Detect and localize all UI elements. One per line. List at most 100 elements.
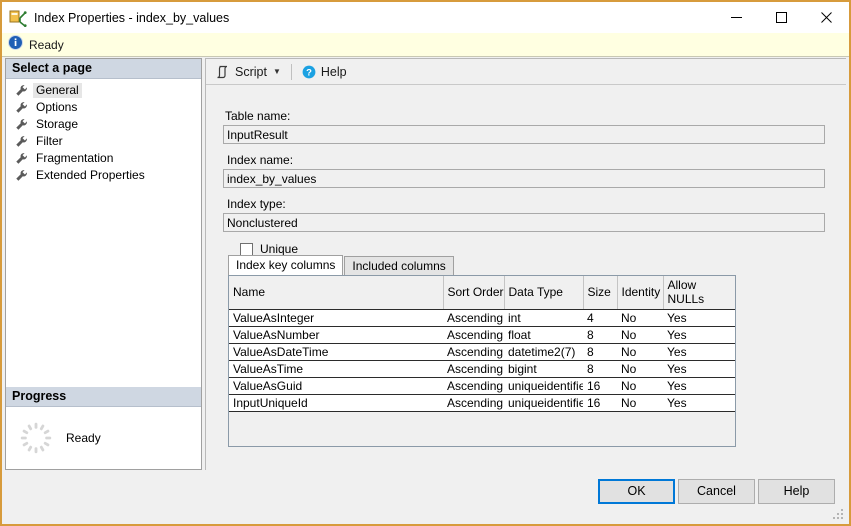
- dialog-button-bar: OK Cancel Help: [2, 470, 849, 524]
- sidebar-item-options[interactable]: Options: [6, 99, 201, 115]
- column-header-name[interactable]: Name: [229, 276, 444, 310]
- wrench-icon: [15, 118, 28, 131]
- sidebar-item-label: Storage: [36, 116, 79, 131]
- cell-nulls: Yes: [663, 343, 735, 361]
- sidebar-item-label: General: [33, 82, 82, 98]
- columns-tabstrip: Index key columns Included columns: [228, 255, 454, 275]
- sidebar-item-label: Filter: [36, 133, 63, 148]
- status-bar: Ready: [2, 33, 849, 57]
- cell-name[interactable]: ValueAsNumber: [229, 326, 443, 344]
- window-title: Index Properties - index_by_values: [34, 10, 230, 25]
- cell-type: datetime2(7): [504, 343, 583, 361]
- cell-sort[interactable]: Ascending: [443, 360, 504, 378]
- cell-identity: No: [617, 377, 663, 395]
- svg-text:?: ?: [306, 67, 312, 78]
- column-header-allow-nulls[interactable]: Allow NULLs: [663, 276, 735, 310]
- cell-sort[interactable]: Ascending: [443, 343, 504, 361]
- table-name-field[interactable]: InputResult: [223, 125, 825, 144]
- wrench-icon: [15, 84, 28, 97]
- table-row[interactable]: ValueAsInteger Ascending int 4 No Yes: [229, 309, 735, 327]
- ok-button[interactable]: OK: [598, 479, 675, 504]
- column-header-identity[interactable]: Identity: [617, 276, 664, 310]
- cell-type: int: [504, 309, 583, 327]
- unique-checkbox-row[interactable]: Unique: [240, 242, 846, 256]
- status-text: Ready: [29, 37, 64, 52]
- help-button[interactable]: ? Help: [298, 61, 351, 83]
- cell-identity: No: [617, 343, 663, 361]
- index-name-field[interactable]: index_by_values: [223, 169, 825, 188]
- index-name-label: Index name:: [227, 153, 294, 167]
- resize-grip[interactable]: [831, 507, 845, 521]
- cell-name[interactable]: ValueAsGuid: [229, 377, 443, 395]
- unique-checkbox[interactable]: [240, 242, 253, 256]
- index-icon: [9, 9, 27, 27]
- sidebar-item-storage[interactable]: Storage: [6, 116, 201, 132]
- page-selector-panel: Select a page General Options Storage Fi…: [5, 58, 202, 470]
- cell-name[interactable]: ValueAsTime: [229, 360, 443, 378]
- table-row[interactable]: InputUniqueId Ascending uniqueidentifier…: [229, 394, 735, 412]
- sidebar-item-fragmentation[interactable]: Fragmentation: [6, 150, 201, 166]
- tab-included-columns[interactable]: Included columns: [344, 256, 454, 275]
- index-type-field[interactable]: Nonclustered: [223, 213, 825, 232]
- maximize-icon[interactable]: [759, 2, 804, 33]
- cell-identity: No: [617, 360, 663, 378]
- script-icon: [216, 65, 230, 79]
- index-columns-grid[interactable]: Name Sort Order Data Type Size Identity …: [228, 275, 736, 447]
- chevron-down-icon[interactable]: ▼: [273, 67, 281, 76]
- cell-sort[interactable]: Ascending: [443, 326, 504, 344]
- script-label: Script: [235, 64, 267, 79]
- tab-index-key-columns[interactable]: Index key columns: [228, 255, 344, 275]
- title-bar: Index Properties - index_by_values: [2, 2, 849, 33]
- cell-identity: No: [617, 394, 663, 412]
- table-row[interactable]: ValueAsDateTime Ascending datetime2(7) 8…: [229, 343, 735, 361]
- info-icon: [8, 34, 23, 55]
- cell-identity: No: [617, 309, 663, 327]
- cell-type: uniqueidentifier: [504, 377, 583, 395]
- sidebar-item-general[interactable]: General: [6, 82, 201, 98]
- unique-label: Unique: [260, 242, 299, 256]
- table-name-label: Table name:: [225, 109, 291, 123]
- cell-type: float: [504, 326, 583, 344]
- cell-sort[interactable]: Ascending: [443, 377, 504, 395]
- progress-header: Progress: [6, 387, 201, 407]
- minimize-icon[interactable]: [714, 2, 759, 33]
- cell-nulls: Yes: [663, 394, 735, 412]
- cell-nulls: Yes: [663, 326, 735, 344]
- help-button[interactable]: Help: [758, 479, 835, 504]
- script-button[interactable]: Script ▼: [212, 61, 285, 83]
- index-properties-dialog: Index Properties - index_by_values Ready…: [0, 0, 851, 526]
- cell-nulls: Yes: [663, 360, 735, 378]
- wrench-icon: [15, 169, 28, 182]
- column-header-sort-order[interactable]: Sort Order: [443, 276, 505, 310]
- cell-size: 16: [583, 377, 617, 395]
- cell-name[interactable]: ValueAsDateTime: [229, 343, 443, 361]
- help-label: Help: [320, 64, 347, 79]
- close-icon[interactable]: [804, 2, 849, 33]
- table-row[interactable]: ValueAsTime Ascending bigint 8 No Yes: [229, 360, 735, 378]
- cancel-button[interactable]: Cancel: [678, 479, 755, 504]
- cell-size: 8: [583, 343, 617, 361]
- column-header-size[interactable]: Size: [583, 276, 618, 310]
- toolbar-separator: [290, 63, 292, 80]
- cell-name[interactable]: InputUniqueId: [229, 394, 443, 412]
- cell-sort[interactable]: Ascending: [443, 309, 504, 327]
- content-panel: Script ▼ ? Help Table name: InputResult …: [205, 58, 846, 470]
- sidebar-item-label: Fragmentation: [36, 150, 114, 165]
- cell-sort[interactable]: Ascending: [443, 394, 504, 412]
- spinner-icon: [20, 422, 52, 454]
- wrench-icon: [15, 135, 28, 148]
- index-type-label: Index type:: [227, 197, 286, 211]
- cell-size: 8: [583, 326, 617, 344]
- sidebar-item-label: Options: [36, 99, 78, 114]
- cell-size: 16: [583, 394, 617, 412]
- table-row[interactable]: ValueAsGuid Ascending uniqueidentifier 1…: [229, 377, 735, 395]
- cell-type: bigint: [504, 360, 583, 378]
- cell-name[interactable]: ValueAsInteger: [229, 309, 443, 327]
- sidebar-item-filter[interactable]: Filter: [6, 133, 201, 149]
- sidebar-item-extended-properties[interactable]: Extended Properties: [6, 167, 201, 183]
- column-header-data-type[interactable]: Data Type: [504, 276, 584, 310]
- help-circle-icon: ?: [302, 65, 316, 79]
- sidebar-item-label: Extended Properties: [36, 167, 145, 182]
- wrench-icon: [15, 152, 28, 165]
- table-row[interactable]: ValueAsNumber Ascending float 8 No Yes: [229, 326, 735, 344]
